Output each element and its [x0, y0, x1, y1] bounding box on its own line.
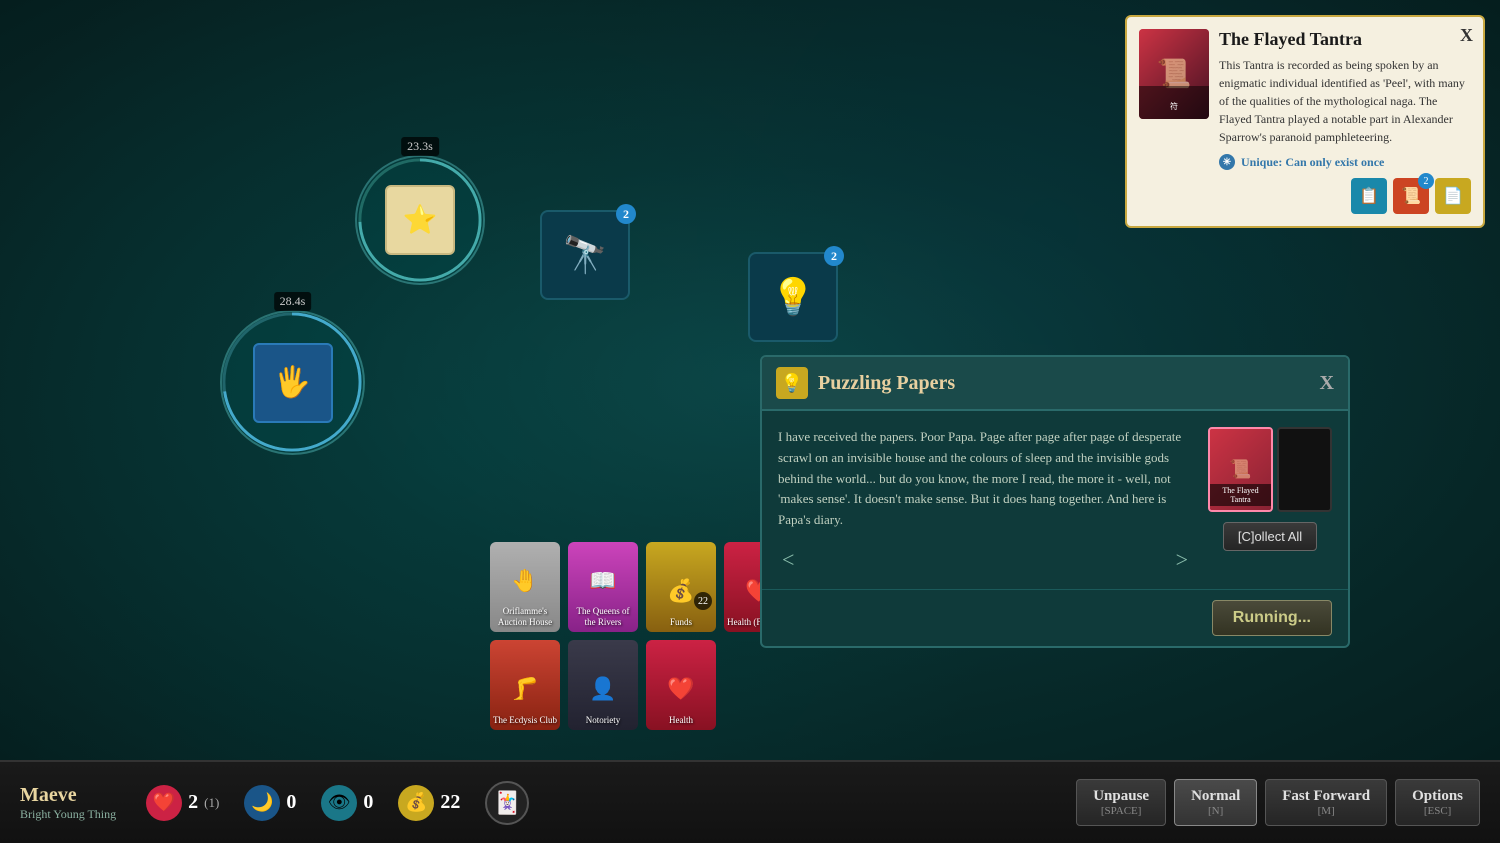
slot-2-timer: 28.4s [274, 292, 312, 311]
card-health-label: Health [667, 715, 695, 726]
teal-icon: 👁 [321, 785, 357, 821]
tooltip-title: The Flayed Tantra [1219, 29, 1471, 50]
puzzle-prev-btn[interactable]: < [782, 547, 794, 573]
timer-slot-1[interactable]: 23.3s ⭐ [355, 155, 485, 285]
slot-badge-2: 2 [824, 246, 844, 266]
options-btn[interactable]: Options [ESC] [1395, 779, 1480, 826]
card-queens-rivers[interactable]: 📖 The Queens of the Rivers [568, 542, 638, 632]
puzzle-nav: < > [778, 547, 1192, 573]
tooltip-icon-3[interactable]: 📄 [1435, 178, 1471, 214]
gold-icon: 💰 [398, 785, 434, 821]
card-auction-house-label: Oriflamme's Auction House [490, 606, 560, 628]
card-funds[interactable]: 💰 Funds 22 [646, 542, 716, 632]
tooltip-card-image: 📜 符 [1139, 29, 1209, 119]
unpause-label: Unpause [1093, 788, 1149, 805]
collect-all-btn[interactable]: [C]ollect All [1223, 522, 1317, 551]
fast-forward-label: Fast Forward [1282, 788, 1370, 805]
options-label: Options [1412, 788, 1463, 805]
fast-forward-btn[interactable]: Fast Forward [M] [1265, 779, 1387, 826]
tooltip-title-area: The Flayed Tantra This Tantra is recorde… [1219, 29, 1471, 170]
deck-icon[interactable]: 🃏 [485, 781, 529, 825]
card-auction-house[interactable]: 🤚 Oriflamme's Auction House [490, 542, 560, 632]
control-buttons: Unpause [SPACE] Normal [N] Fast Forward … [1076, 779, 1480, 826]
health-icon: ❤️ [146, 785, 182, 821]
options-key: [ESC] [1412, 805, 1463, 817]
hand-row-2: 🦵 The Ecdysis Club 👤 Notoriety ❤️ Health [490, 640, 794, 730]
player-info: Maeve Bright Young Thing [20, 784, 116, 822]
resource-health: ❤️ 2 (1) [146, 785, 219, 821]
puzzle-text: I have received the papers. Poor Papa. P… [778, 427, 1192, 531]
puzzle-mini-card-label: The Flayed Tantra [1210, 484, 1271, 506]
puzzle-mini-card-main[interactable]: 📜 The Flayed Tantra [1208, 427, 1273, 512]
tooltip-icon-2[interactable]: 📜 2 [1393, 178, 1429, 214]
running-btn[interactable]: Running... [1212, 600, 1332, 636]
tooltip-close-btn[interactable]: X [1460, 25, 1473, 46]
normal-key: [N] [1191, 805, 1240, 817]
health-value: 2 [188, 791, 198, 814]
puzzle-title: Puzzling Papers [818, 372, 1310, 395]
slot-badge-1: 2 [616, 204, 636, 224]
gold-value: 22 [440, 791, 460, 814]
tooltip-footer: 📋 📜 2 📄 [1139, 178, 1471, 214]
tooltip-header: 📜 符 The Flayed Tantra This Tantra is rec… [1139, 29, 1471, 170]
card-queens-label: The Queens of the Rivers [568, 606, 638, 628]
hand-row-1: 🤚 Oriflamme's Auction House 📖 The Queens… [490, 542, 794, 632]
resource-blue: 🌙 0 [244, 785, 296, 821]
unique-icon: ✳ [1219, 154, 1235, 170]
deck-item: 🃏 [485, 781, 529, 825]
game-board: 23.3s ⭐ 28.4s 🖐 🔭 2 💡 2 [0, 0, 1500, 760]
puzzle-panel: 💡 Puzzling Papers X I have received the … [760, 355, 1350, 648]
card-ecdysis[interactable]: 🦵 The Ecdysis Club [490, 640, 560, 730]
player-name: Maeve [20, 784, 116, 807]
unpause-key: [SPACE] [1093, 805, 1149, 817]
player-subtitle: Bright Young Thing [20, 807, 116, 822]
card-health[interactable]: ❤️ Health [646, 640, 716, 730]
puzzle-cards-area: 📜 The Flayed Tantra [C]ollect All [1208, 427, 1332, 573]
card-notoriety-label: Notoriety [584, 715, 623, 726]
tooltip-icon-1[interactable]: 📋 [1351, 178, 1387, 214]
puzzle-header: 💡 Puzzling Papers X [762, 357, 1348, 411]
timer-slot-2[interactable]: 28.4s 🖐 [220, 310, 365, 455]
health-sub: (1) [204, 795, 219, 811]
card-funds-number: 22 [694, 592, 712, 610]
square-slot-bulb[interactable]: 💡 2 [748, 252, 838, 342]
puzzle-title-icon: 💡 [776, 367, 808, 399]
resource-gold: 💰 22 [398, 785, 460, 821]
resource-teal: 👁 0 [321, 785, 373, 821]
tooltip-panel: X 📜 符 The Flayed Tantra This Tantra is r… [1125, 15, 1485, 228]
blue-icon: 🌙 [244, 785, 280, 821]
normal-label: Normal [1191, 788, 1240, 805]
slot-1-timer: 23.3s [401, 137, 439, 156]
teal-value: 0 [363, 791, 373, 814]
bottom-bar: Maeve Bright Young Thing ❤️ 2 (1) 🌙 0 👁 … [0, 760, 1500, 843]
blue-value: 0 [286, 791, 296, 814]
card-funds-label: Funds [668, 617, 694, 628]
unpause-btn[interactable]: Unpause [SPACE] [1076, 779, 1166, 826]
tooltip-unique: ✳ Unique: Can only exist once [1219, 154, 1471, 170]
fast-forward-key: [M] [1282, 805, 1370, 817]
card-notoriety[interactable]: 👤 Notoriety [568, 640, 638, 730]
puzzle-body: I have received the papers. Poor Papa. P… [762, 411, 1348, 589]
puzzle-text-area: I have received the papers. Poor Papa. P… [778, 427, 1192, 573]
puzzle-footer: Running... [762, 589, 1348, 646]
puzzle-next-btn[interactable]: > [1176, 547, 1188, 573]
puzzle-mini-card-dark [1277, 427, 1332, 512]
hand-cards: 🤚 Oriflamme's Auction House 📖 The Queens… [490, 542, 794, 730]
normal-btn[interactable]: Normal [N] [1174, 779, 1257, 826]
tooltip-badge: 2 [1418, 173, 1434, 189]
tooltip-desc: This Tantra is recorded as being spoken … [1219, 56, 1471, 146]
puzzle-card-display: 📜 The Flayed Tantra [1208, 427, 1332, 512]
puzzle-close-btn[interactable]: X [1320, 372, 1334, 395]
card-ecdysis-label: The Ecdysis Club [491, 715, 559, 726]
square-slot-telescope[interactable]: 🔭 2 [540, 210, 630, 300]
unique-text: Unique: Can only exist once [1241, 155, 1384, 170]
